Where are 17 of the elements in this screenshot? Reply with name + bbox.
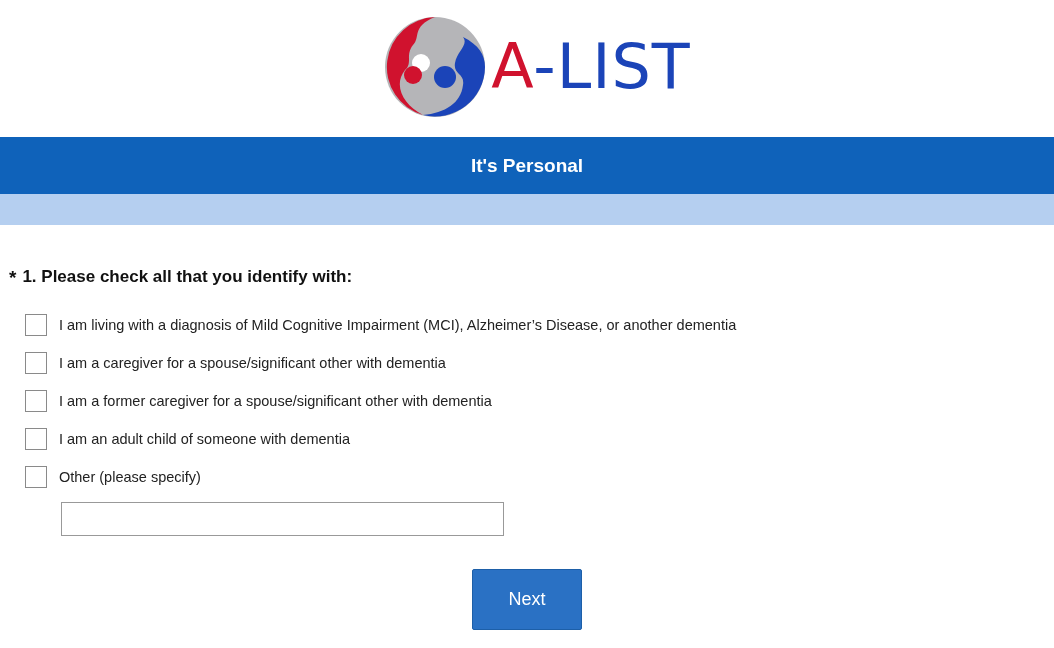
other-input-field[interactable] [61, 502, 504, 536]
checkbox[interactable] [25, 390, 47, 412]
logo-icon [383, 15, 488, 119]
page-title: It's Personal [470, 154, 584, 177]
next-button[interactable]: Next [472, 569, 582, 630]
checkbox[interactable] [25, 428, 47, 450]
option-label: I am an adult child of someone with dementia [59, 431, 350, 447]
checkbox[interactable] [25, 466, 47, 488]
checkbox[interactable] [25, 314, 47, 336]
question-title: 1. Please check all that you identify with: [22, 267, 353, 288]
required-mark: * [9, 267, 17, 289]
checkbox[interactable] [25, 352, 47, 374]
option-label: I am a former caregiver for a spouse/significant other with dementia [59, 393, 492, 409]
logo-wordmark: A-LIST [491, 36, 691, 98]
option-label: Other (please specify) [59, 469, 201, 485]
option-label: I am living with a diagnosis of Mild Cognitive Impairment (MCI), Alzheimer’s Disease, or another dementia [59, 317, 737, 333]
option-label: I am a caregiver for a spouse/significant other with dementia [59, 355, 446, 371]
